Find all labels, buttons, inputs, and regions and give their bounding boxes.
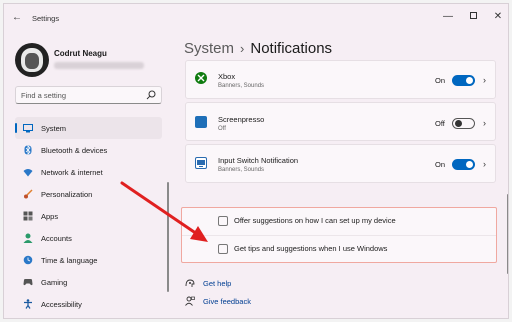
xbox-icon <box>195 72 207 84</box>
page-title: Notifications <box>250 40 333 57</box>
suggestion-setup-checkbox[interactable] <box>218 216 228 226</box>
sidebar-item-time-language[interactable]: Time & language <box>15 249 162 271</box>
app-name: Input Switch Notification <box>218 156 299 165</box>
notification-toggle[interactable] <box>452 118 475 129</box>
system-icon <box>23 123 33 133</box>
app-notification-card-input-switch[interactable]: Input Switch Notification Banners, Sound… <box>185 144 496 183</box>
sidebar-item-bluetooth[interactable]: Bluetooth & devices <box>15 139 162 161</box>
sidebar-nav: System Bluetooth & devices Network & int… <box>15 117 162 315</box>
accessibility-icon <box>23 299 33 309</box>
search-input[interactable] <box>21 90 141 101</box>
feedback-icon <box>185 296 195 306</box>
chevron-right-icon[interactable]: › <box>483 118 486 128</box>
app-title: Settings <box>32 14 60 23</box>
main-scrollbar[interactable] <box>507 194 508 274</box>
input-switch-icon <box>195 157 207 169</box>
sidebar-item-gaming[interactable]: Gaming <box>15 271 162 293</box>
close-icon[interactable]: ✕ <box>491 10 505 24</box>
search-box[interactable] <box>15 86 162 104</box>
globe-clock-icon <box>23 255 33 265</box>
user-name: Codrut Neagu <box>54 49 107 58</box>
chevron-right-icon[interactable]: › <box>483 159 486 169</box>
back-arrow-icon[interactable]: ← <box>12 12 22 23</box>
settings-window: ← Settings — ✕ Codrut Neagu System Bluet… <box>3 3 509 319</box>
breadcrumb: System › Notifications <box>184 40 332 57</box>
screenpresso-icon <box>195 116 207 128</box>
sidebar-item-network[interactable]: Network & internet <box>15 161 162 183</box>
notification-toggle[interactable] <box>452 75 475 86</box>
sidebar-item-personalization[interactable]: Personalization <box>15 183 162 205</box>
apps-icon <box>23 211 33 221</box>
sidebar-item-accounts[interactable]: Accounts <box>15 227 162 249</box>
wifi-icon <box>23 167 33 177</box>
app-name: Xbox <box>218 72 236 81</box>
sidebar-item-accessibility[interactable]: Accessibility <box>15 293 162 315</box>
sidebar-item-apps[interactable]: Apps <box>15 205 162 227</box>
help-icon <box>185 278 195 288</box>
toggle-state-label: Off <box>435 119 445 128</box>
chevron-right-icon[interactable]: › <box>483 75 486 85</box>
suggestions-group: Offer suggestions on how I can set up my… <box>181 207 497 263</box>
controller-icon <box>23 277 33 287</box>
app-name: Screenpresso <box>218 115 265 124</box>
get-help-link[interactable]: Get help <box>185 278 231 288</box>
notification-toggle[interactable] <box>452 159 475 170</box>
app-notification-card-screenpresso[interactable]: Screenpresso Off Off › <box>185 102 496 141</box>
breadcrumb-separator: › <box>240 41 245 56</box>
minimize-icon[interactable]: — <box>441 10 455 24</box>
suggestion-row-tips[interactable]: Get tips and suggestions when I use Wind… <box>182 235 496 262</box>
user-email-redacted <box>54 62 144 69</box>
toggle-state-label: On <box>435 76 446 85</box>
give-feedback-link[interactable]: Give feedback <box>185 296 251 306</box>
breadcrumb-parent[interactable]: System <box>184 40 234 57</box>
search-icon[interactable] <box>146 90 156 100</box>
suggestion-setup-label[interactable]: Offer suggestions on how I can set up my… <box>234 216 396 225</box>
tips-label[interactable]: Get tips and suggestions when I use Wind… <box>234 244 387 253</box>
brush-icon <box>23 189 33 199</box>
toggle-state-label: On <box>435 160 446 169</box>
app-subtitle: Banners, Sounds <box>218 83 265 89</box>
sidebar-item-system[interactable]: System <box>15 117 162 139</box>
app-subtitle: Off <box>218 126 226 132</box>
maximize-icon[interactable] <box>466 10 480 24</box>
tips-checkbox[interactable] <box>218 244 228 254</box>
app-notification-card-xbox[interactable]: Xbox Banners, Sounds On › <box>185 60 496 99</box>
avatar[interactable] <box>15 43 49 77</box>
suggestion-row-setup[interactable]: Offer suggestions on how I can set up my… <box>182 208 496 235</box>
bluetooth-icon <box>23 145 33 155</box>
sidebar-scrollbar[interactable] <box>167 182 169 292</box>
accounts-icon <box>23 233 33 243</box>
title-bar: ← Settings — ✕ <box>4 4 508 32</box>
app-subtitle: Banners, Sounds <box>218 167 265 173</box>
